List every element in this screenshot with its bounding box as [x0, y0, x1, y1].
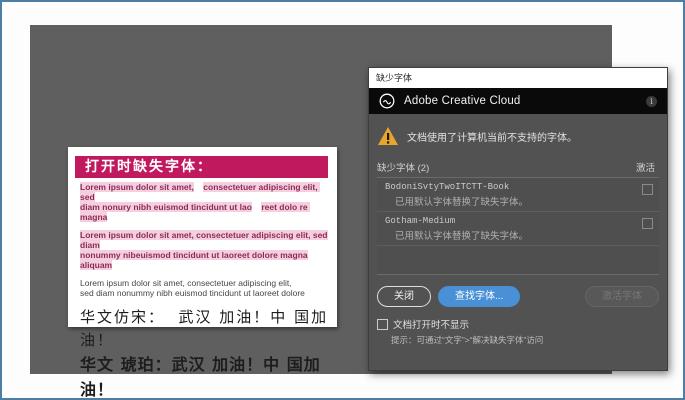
missing-fonts-list-header: 缺少字体 (2) 激活	[369, 156, 667, 177]
page: 打开时缺失字体： Lorem ipsum dolor sit amet, con…	[0, 0, 685, 400]
dialog-buttons: 关闭 查找字体... 激活字体	[377, 286, 659, 307]
creative-cloud-logo-icon	[379, 93, 395, 109]
lorem-paragraph: Lorem ipsum dolor sit amet, consectetuer…	[80, 230, 329, 270]
document-banner-title: 打开时缺失字体：	[75, 156, 328, 178]
missing-font-note: 已用默认字体替换了缺失字体。	[377, 228, 659, 242]
missing-font-name: BodoniSvtyTwoITCTT-Book	[377, 182, 659, 192]
find-fonts-button[interactable]: 查找字体...	[438, 286, 520, 307]
missing-fonts-list: BodoniSvtyTwoITCTT-Book 已用默认字体替换了缺失字体。 G…	[377, 177, 659, 275]
chinese-font-demo-lines: 华文仿宋： 武汉 加油！中 国加油！华文 琥珀：武汉 加油！中 国加油！华文隶书…	[80, 306, 329, 400]
lorem-paragraph: Lorem ipsum dolor sit amet, consectetuer…	[80, 278, 329, 298]
document-body: Lorem ipsum dolor sit amet, consectetuer…	[80, 182, 329, 400]
font-activate-checkbox[interactable]	[642, 218, 653, 229]
warning-triangle-icon	[377, 126, 399, 146]
adobe-cc-header: Adobe Creative Cloud i	[369, 88, 667, 114]
missing-font-row: BodoniSvtyTwoITCTT-Book 已用默认字体替换了缺失字体。	[377, 178, 659, 212]
chinese-demo-line: 华文 琥珀：武汉 加油！中 国加油！	[80, 352, 329, 400]
list-header-label: 缺少字体 (2)	[377, 160, 429, 174]
close-button[interactable]: 关闭	[377, 286, 431, 307]
dialog-footer: 文档打开时不显示 提示：可通过“文字”>“解决缺失字体”访问	[377, 317, 659, 346]
footer-hint: 提示：可通过“文字”>“解决缺失字体”访问	[391, 334, 659, 346]
activate-fonts-button-disabled[interactable]: 激活字体	[585, 286, 659, 307]
activate-column-label[interactable]: 激活	[636, 160, 655, 174]
warning-text: 文档使用了计算机当前不支持的字体。	[407, 129, 577, 144]
document-preview: 打开时缺失字体： Lorem ipsum dolor sit amet, con…	[68, 147, 337, 327]
lorem-paragraph: Lorem ipsum dolor sit amet, consectetuer…	[80, 182, 329, 222]
brand-label: Adobe Creative Cloud	[404, 95, 646, 107]
missing-font-note: 已用默认字体替换了缺失字体。	[377, 194, 659, 208]
chinese-demo-line: 华文仿宋： 武汉 加油！中 国加油！	[80, 306, 329, 352]
font-activate-checkbox[interactable]	[642, 184, 653, 195]
dont-show-label: 文档打开时不显示	[393, 317, 469, 331]
photoshop-canvas-background: 打开时缺失字体： Lorem ipsum dolor sit amet, con…	[30, 25, 612, 374]
warning-row: 文档使用了计算机当前不支持的字体。	[369, 114, 667, 156]
missing-font-row: Gotham-Medium 已用默认字体替换了缺失字体。	[377, 212, 659, 246]
lorem-paragraphs: Lorem ipsum dolor sit amet, consectetuer…	[80, 182, 329, 298]
info-icon[interactable]: i	[646, 96, 657, 107]
missing-fonts-dialog: 缺少字体 Adobe Creative Cloud i 文档使用了计算机当前不支…	[368, 67, 668, 371]
dont-show-checkbox[interactable]	[377, 319, 388, 330]
missing-font-name: Gotham-Medium	[377, 216, 659, 226]
dialog-title: 缺少字体	[369, 68, 667, 88]
